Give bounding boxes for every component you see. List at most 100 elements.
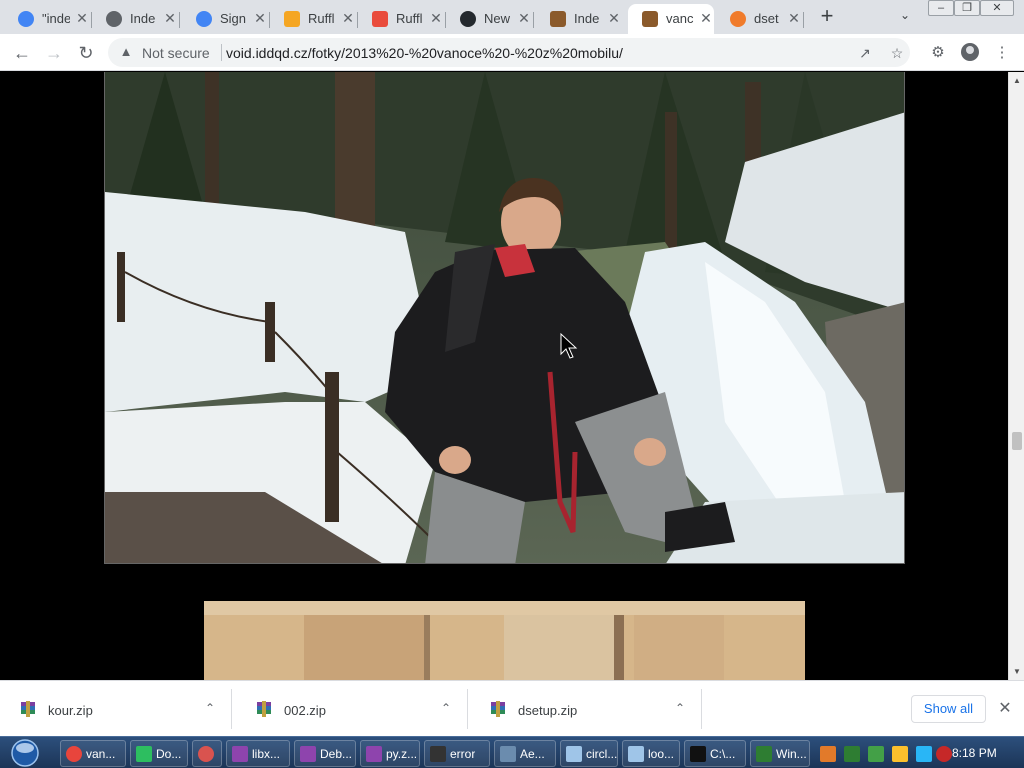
evernote-icon <box>136 746 152 762</box>
security-label[interactable]: Not secure <box>142 45 210 61</box>
close-tab-icon[interactable]: ✕ <box>698 10 714 26</box>
close-tab-icon[interactable]: ✕ <box>606 10 622 26</box>
download-filename[interactable]: kour.zip <box>48 703 93 718</box>
photo-icon <box>642 11 658 27</box>
taskbar-button-label: loo... <box>648 747 675 761</box>
download-filename[interactable]: dsetup.zip <box>518 703 577 718</box>
taskbar-button-label: Deb... <box>320 747 353 761</box>
back-arrow-icon[interactable]: ← <box>11 42 33 64</box>
taskbar-button[interactable]: Deb... <box>294 740 356 767</box>
waterfall-photo[interactable] <box>104 72 905 564</box>
download-filename[interactable]: 002.zip <box>284 703 326 718</box>
taskbar-button[interactable]: loo... <box>622 740 680 767</box>
taskbar-button[interactable]: Ae... <box>494 740 556 767</box>
google-icon <box>196 11 212 27</box>
taskbar-button-label: Ae... <box>520 747 545 761</box>
tab-title: Inde <box>574 11 600 26</box>
tab-1[interactable]: Inde ✕ <box>92 4 180 34</box>
chevron-up-icon[interactable]: ⌃ <box>202 701 218 717</box>
winrar-icon <box>366 746 382 762</box>
close-tab-icon[interactable]: ✕ <box>428 10 444 26</box>
tray-app-icon[interactable] <box>916 746 932 762</box>
tab-4[interactable]: Ruffl ✕ <box>358 4 446 34</box>
tray-app-icon[interactable] <box>820 746 836 762</box>
close-tab-icon[interactable]: ✕ <box>340 10 356 26</box>
page-scrollbar[interactable]: ▲ ▼ <box>1008 72 1024 680</box>
taskbar-button[interactable]: Do... <box>130 740 188 767</box>
scroll-up-arrow-icon[interactable]: ▲ <box>1013 76 1021 85</box>
tab-7[interactable]: vanc ✕ <box>628 4 714 34</box>
divider <box>221 44 222 61</box>
taskbar-button[interactable]: C:\... <box>684 740 746 767</box>
close-tab-icon[interactable]: ✕ <box>252 10 268 26</box>
taskbar-button[interactable]: libx... <box>226 740 290 767</box>
download-shelf: kour.zip ⌃ 002.zip ⌃ dsetup.zip ⌃ Show all ✕ <box>0 680 1024 736</box>
close-tab-icon[interactable]: ✕ <box>516 10 532 26</box>
gear-orange-icon <box>730 11 746 27</box>
chevron-up-icon[interactable]: ⌃ <box>672 701 688 717</box>
close-window-button[interactable]: ✕ <box>980 0 1014 16</box>
media-player-icon <box>198 746 214 762</box>
scrollbar-thumb[interactable] <box>1012 432 1022 450</box>
minimize-button[interactable]: – <box>928 0 954 16</box>
tray-app-icon[interactable] <box>868 746 884 762</box>
warning-triangle-icon[interactable]: ▲ <box>118 44 134 60</box>
taskbar-button[interactable] <box>192 740 222 767</box>
start-orb-icon[interactable] <box>4 738 46 768</box>
taskbar-button[interactable]: error <box>424 740 490 767</box>
download-item[interactable]: dsetup.zip ⌃ <box>470 681 702 737</box>
taskbar-button[interactable]: van... <box>60 740 126 767</box>
close-shelf-icon[interactable]: ✕ <box>996 700 1014 718</box>
close-tab-icon[interactable]: ✕ <box>162 10 178 26</box>
address-bar[interactable]: ▲ Not secure void.iddqd.cz/fotky/2013%20… <box>108 38 910 67</box>
taskbar-button-label: C:\... <box>710 747 736 761</box>
chevron-up-icon[interactable]: ⌃ <box>438 701 454 717</box>
volume-icon[interactable] <box>936 746 952 762</box>
cmd-icon <box>690 746 706 762</box>
clock[interactable]: 8:18 PM <box>952 746 997 760</box>
second-photo[interactable] <box>204 601 805 680</box>
download-item[interactable]: 002.zip ⌃ <box>236 681 468 737</box>
forward-arrow-icon[interactable]: → <box>43 42 65 64</box>
extensions-puzzle-icon[interactable]: ⚙ <box>928 43 948 63</box>
network-icon[interactable] <box>892 746 908 762</box>
taskbar-button-label: Do... <box>156 747 182 761</box>
divider <box>701 689 702 729</box>
tab-title: Ruffl <box>396 11 423 26</box>
menu-kebab-icon[interactable]: ⋮ <box>992 43 1012 63</box>
taskbar-button-label: Win... <box>776 747 807 761</box>
restore-button[interactable]: ❐ <box>954 0 980 16</box>
taskbar-button-label: py.z... <box>386 747 418 761</box>
tab-search-chevron-icon[interactable]: ⌄ <box>896 8 914 26</box>
url-text[interactable]: void.iddqd.cz/fotky/2013%20-%20vanoce%20… <box>226 45 623 61</box>
close-tab-icon[interactable]: ✕ <box>786 10 802 26</box>
divider <box>231 689 232 729</box>
bookmark-star-icon[interactable]: ☆ <box>888 44 906 62</box>
tab-title: Inde <box>130 11 156 26</box>
taskbar-button[interactable]: circl... <box>560 740 618 767</box>
new-tab-button[interactable]: + <box>816 5 838 28</box>
page-viewport <box>0 72 1008 680</box>
tab-6[interactable]: Inde ✕ <box>536 4 624 34</box>
taskbar-button[interactable]: py.z... <box>360 740 420 767</box>
download-item[interactable]: kour.zip ⌃ <box>0 681 232 737</box>
close-tab-icon[interactable]: ✕ <box>74 10 90 26</box>
reload-icon[interactable]: ↻ <box>75 42 97 64</box>
tray-app-icon[interactable] <box>844 746 860 762</box>
taskbar-button[interactable]: Win... <box>750 740 810 767</box>
photo-icon <box>550 11 566 27</box>
tab-0[interactable]: "inde ✕ <box>4 4 92 34</box>
tab-2[interactable]: Sign ✕ <box>182 4 270 34</box>
tab-separator <box>803 12 804 28</box>
show-all-button[interactable]: Show all <box>911 695 986 723</box>
tab-separator <box>533 12 534 28</box>
scroll-down-arrow-icon[interactable]: ▼ <box>1013 667 1021 676</box>
ruffle-rainbow-icon <box>372 11 388 27</box>
share-icon[interactable]: ↗ <box>856 44 874 62</box>
tab-separator <box>179 12 180 28</box>
tab-5[interactable]: New ✕ <box>446 4 534 34</box>
tab-8[interactable]: dset ✕ <box>716 4 804 34</box>
tab-3[interactable]: Ruffl ✕ <box>270 4 358 34</box>
profile-avatar-icon[interactable] <box>961 43 979 61</box>
taskbar-button-label: van... <box>86 747 116 761</box>
